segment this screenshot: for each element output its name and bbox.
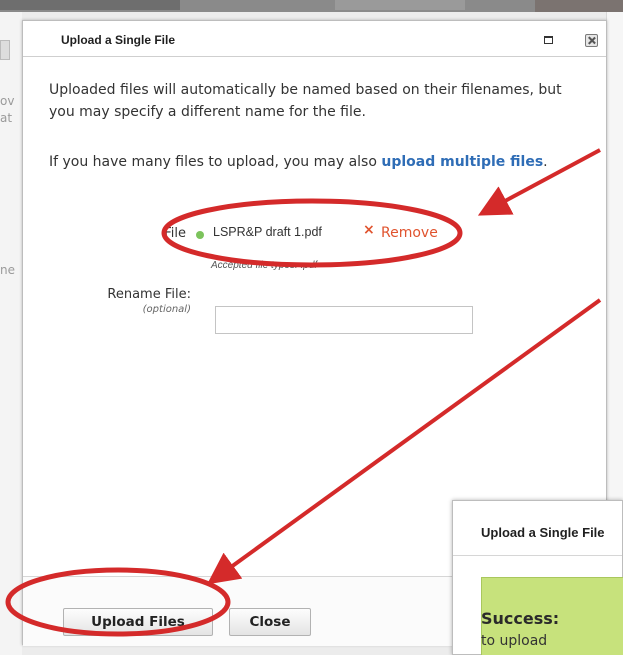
background-top-bar-segment [535, 0, 623, 12]
accepted-file-types: Accepted file types: .pdf [211, 260, 318, 271]
dialog-titlebar[interactable]: Upload a Single File [23, 21, 606, 57]
success-dialog-divider [453, 555, 622, 556]
intro-text: Uploaded files will automatically be nam… [49, 82, 562, 120]
background-left-panel [0, 12, 22, 655]
background-text-fragment: ov [0, 94, 15, 108]
success-message-text: to upload [481, 633, 548, 649]
remove-file-icon[interactable]: × [363, 222, 375, 238]
background-top-bar-segment [0, 0, 180, 10]
success-dialog-title: Upload a Single File [481, 525, 605, 540]
file-label: File [164, 226, 186, 241]
file-status-icon [196, 231, 204, 239]
success-label: Success: [481, 609, 560, 628]
multi-upload-text: If you have many files to upload, you ma… [49, 151, 589, 173]
upload-success-dialog: Upload a Single File Success: to upload [452, 500, 623, 655]
close-button[interactable]: Close [229, 608, 311, 636]
multi-upload-suffix: . [543, 154, 548, 170]
selected-file-name: LSPR&P draft 1.pdf [213, 225, 322, 239]
rename-file-input[interactable] [215, 306, 473, 334]
upload-multiple-files-link[interactable]: upload multiple files [381, 154, 543, 170]
multi-upload-prefix: If you have many files to upload, you ma… [49, 154, 382, 170]
background-top-bar-segment [335, 0, 465, 10]
background-left-control [0, 40, 10, 60]
upload-files-button[interactable]: Upload Files [63, 608, 213, 636]
close-icon[interactable] [585, 34, 598, 47]
background-text-fragment: ne [0, 263, 15, 277]
rename-optional-hint: (optional) [142, 304, 191, 315]
maximize-icon[interactable] [544, 36, 553, 44]
background-text-fragment: at [0, 111, 13, 125]
dialog-title: Upload a Single File [61, 33, 176, 47]
remove-file-link[interactable]: Remove [381, 225, 438, 241]
rename-file-label: Rename File: [107, 287, 191, 302]
